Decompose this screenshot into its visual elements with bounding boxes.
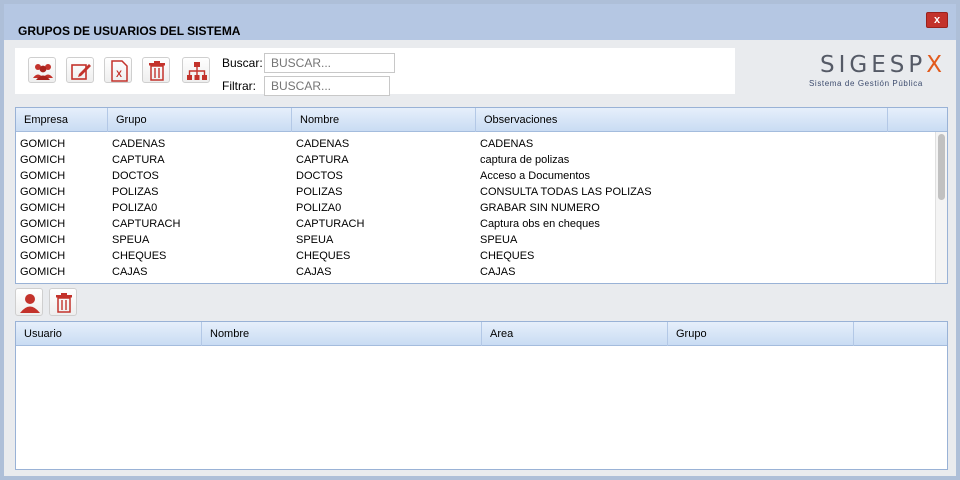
table-row[interactable]: GOMICH SPEUA SPEUA SPEUA bbox=[16, 232, 936, 248]
table-cell: LIBRE bbox=[112, 280, 144, 283]
table-cell: CAPTURACH bbox=[296, 218, 365, 230]
table-cell: SPEUA bbox=[480, 234, 518, 246]
groups-grid: Empresa Grupo Nombre Observaciones GOMIC… bbox=[15, 107, 948, 284]
users-grid: Usuario Nombre Area Grupo bbox=[15, 321, 948, 470]
delete-button[interactable] bbox=[142, 57, 170, 83]
filter-input[interactable] bbox=[264, 76, 390, 96]
table-cell: CAPTURA bbox=[296, 154, 349, 166]
search-input[interactable] bbox=[264, 53, 395, 73]
table-row[interactable]: GOMICH CAPTURACH CAPTURACH Captura obs en c… bbox=[16, 216, 936, 232]
export-excel-button[interactable]: X bbox=[104, 57, 132, 83]
close-button[interactable]: x bbox=[926, 12, 948, 28]
table-cell: CHEQUES bbox=[296, 250, 351, 262]
table-row[interactable]: GOMICH DOCTOS DOCTOS Acceso a Documentos bbox=[16, 168, 936, 184]
excel-export-icon: X bbox=[111, 60, 128, 82]
edit-button[interactable] bbox=[66, 57, 94, 83]
hierarchy-button[interactable] bbox=[182, 57, 210, 83]
col-observaciones[interactable]: Observaciones bbox=[476, 108, 888, 132]
sigesp-logo: SIGESPX Sistema de Gestión Pública bbox=[804, 52, 944, 96]
table-cell: CAJAS bbox=[112, 266, 148, 278]
table-row[interactable]: GOMICH CHEQUES CHEQUES CHEQUES bbox=[16, 248, 936, 264]
logo-accent: X bbox=[926, 52, 946, 78]
table-cell: GOMICH bbox=[20, 234, 66, 246]
table-cell: LIBRE bbox=[480, 280, 512, 283]
table-row[interactable]: GOMICH CAPTURA CAPTURA captura de polizas bbox=[16, 152, 936, 168]
table-cell: DOCTOS bbox=[112, 170, 159, 182]
users-grid-header: Usuario Nombre Area Grupo bbox=[16, 322, 947, 346]
edit-icon bbox=[71, 64, 91, 80]
logo-wordmark: SIGESPX bbox=[820, 52, 946, 78]
users-groups-window: GRUPOS DE USUARIOS DEL SISTEMA x X Busca… bbox=[0, 0, 960, 480]
buscar-label: Buscar: bbox=[222, 56, 263, 70]
table-cell: CHEQUES bbox=[112, 250, 167, 262]
table-cell: GOMICH bbox=[20, 154, 66, 166]
delete-icon bbox=[56, 293, 72, 313]
add-user-icon bbox=[20, 294, 40, 313]
table-cell: GRABAR SIN NUMERO bbox=[480, 202, 600, 214]
table-row[interactable]: GOMICH POLIZA0 POLIZA0 GRABAR SIN NUMERO bbox=[16, 200, 936, 216]
table-row[interactable]: GOMICH POLIZAS POLIZAS CONSULTA TODAS LAS P… bbox=[16, 184, 936, 200]
delete-user-button[interactable] bbox=[49, 288, 77, 316]
table-cell: CAPTURA bbox=[112, 154, 165, 166]
col-usuario[interactable]: Usuario bbox=[16, 322, 202, 346]
col-grupo[interactable]: Grupo bbox=[668, 322, 854, 346]
table-cell: CADENAS bbox=[112, 138, 166, 150]
table-cell: GOMICH bbox=[20, 170, 66, 182]
groups-grid-header: Empresa Grupo Nombre Observaciones bbox=[16, 108, 947, 132]
table-cell: Acceso a Documentos bbox=[480, 170, 591, 182]
add-user-button[interactable] bbox=[15, 288, 43, 316]
table-cell: captura de polizas bbox=[480, 154, 570, 166]
table-row[interactable]: GOMICH CAJAS CAJAS CAJAS bbox=[16, 264, 936, 280]
table-cell: GOMICH bbox=[20, 266, 66, 278]
table-cell: LIBRE bbox=[296, 280, 328, 283]
table-cell: GOMICH bbox=[20, 250, 66, 262]
hierarchy-icon bbox=[187, 62, 207, 80]
table-cell: GOMICH bbox=[20, 218, 66, 230]
window-title: GRUPOS DE USUARIOS DEL SISTEMA bbox=[18, 24, 241, 38]
table-cell: SPEUA bbox=[112, 234, 150, 246]
table-cell: CAPTURACH bbox=[112, 218, 181, 230]
table-cell: CHEQUES bbox=[480, 250, 535, 262]
svg-text:X: X bbox=[116, 69, 122, 79]
col-nombre[interactable]: Nombre bbox=[292, 108, 476, 132]
table-cell: CADENAS bbox=[480, 138, 534, 150]
users-icon bbox=[33, 64, 53, 80]
toolbar: X Buscar: Filtrar: bbox=[15, 48, 735, 96]
scrollbar-thumb[interactable] bbox=[938, 134, 945, 200]
table-cell: CADENAS bbox=[296, 138, 350, 150]
table-row[interactable]: GOMICH LIBRE LIBRE LIBRE bbox=[16, 280, 936, 283]
table-cell: Captura obs en cheques bbox=[480, 218, 600, 230]
table-cell: GOMICH bbox=[20, 280, 65, 283]
delete-icon bbox=[149, 61, 165, 81]
users-group-button[interactable] bbox=[28, 57, 56, 83]
col-empresa[interactable]: Empresa bbox=[16, 108, 108, 132]
table-cell: GOMICH bbox=[20, 138, 66, 150]
table-cell: CAJAS bbox=[480, 266, 516, 278]
table-cell: GOMICH bbox=[20, 186, 66, 198]
title-bar: GRUPOS DE USUARIOS DEL SISTEMA x bbox=[4, 4, 956, 40]
col-grupo[interactable]: Grupo bbox=[108, 108, 292, 132]
table-cell: POLIZAS bbox=[112, 186, 159, 198]
table-cell: CONSULTA TODAS LAS POLIZAS bbox=[480, 186, 652, 198]
logo-main-text: SIGESP bbox=[820, 52, 927, 78]
logo-subtitle: Sistema de Gestión Pública bbox=[809, 79, 923, 88]
table-cell: DOCTOS bbox=[296, 170, 343, 182]
table-row[interactable]: GOMICH CADENAS CADENAS CADENAS bbox=[16, 136, 936, 152]
groups-grid-scrollbar[interactable] bbox=[935, 132, 947, 283]
table-cell: CAJAS bbox=[296, 266, 332, 278]
filtrar-label: Filtrar: bbox=[222, 79, 256, 93]
table-cell: POLIZA0 bbox=[112, 202, 158, 214]
table-cell: POLIZAS bbox=[296, 186, 343, 198]
col-area[interactable]: Area bbox=[482, 322, 668, 346]
table-cell: SPEUA bbox=[296, 234, 334, 246]
table-cell: GOMICH bbox=[20, 202, 66, 214]
table-cell: POLIZA0 bbox=[296, 202, 342, 214]
col-nombre[interactable]: Nombre bbox=[202, 322, 482, 346]
